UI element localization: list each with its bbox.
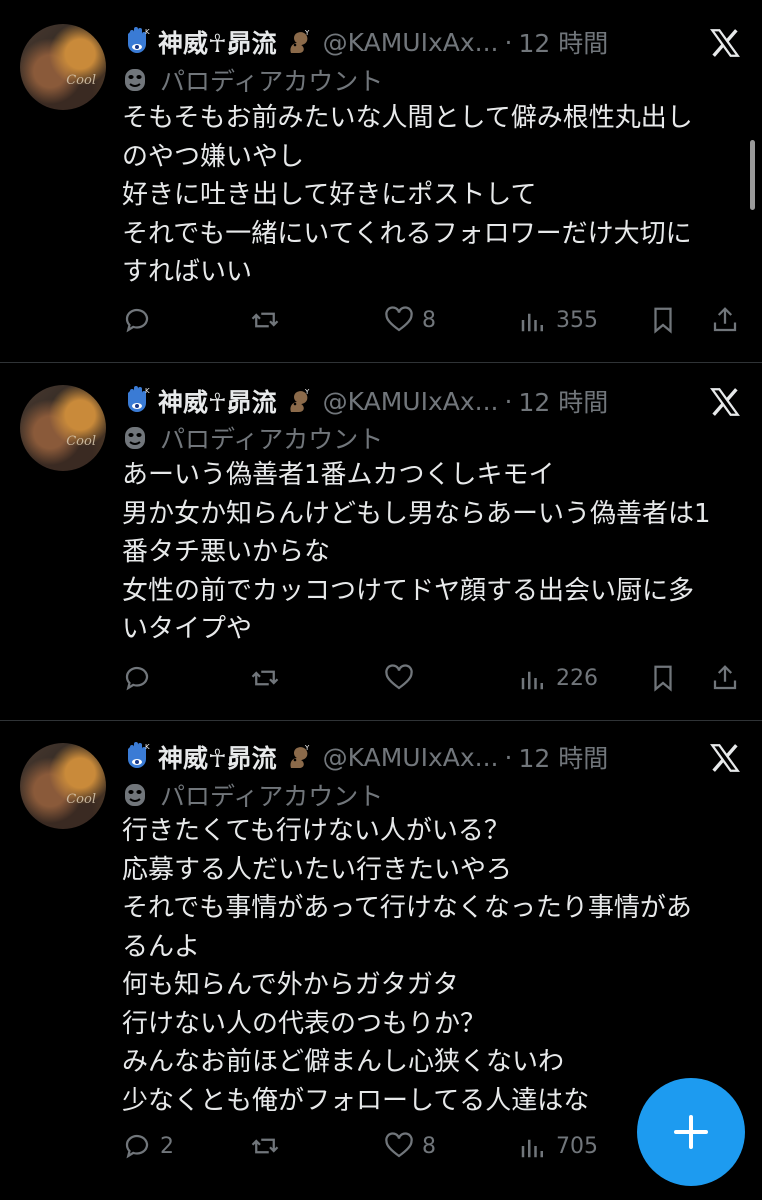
heart-icon: [385, 306, 413, 332]
separator-dot: ·: [504, 386, 513, 416]
squirrel-emoji-icon: Y: [290, 744, 310, 768]
svg-text:K: K: [145, 743, 150, 751]
display-name[interactable]: 神威☥昴流: [158, 739, 277, 775]
tweet-header: K 神威☥昴流 Y @KAMUIxAx... · 12 時間: [122, 379, 608, 423]
tweet-header: K 神威☥昴流 Y @KAMUIxAx... · 12 時間: [122, 735, 608, 779]
like-button[interactable]: 8: [384, 300, 436, 340]
tweet-text: 行きたくても行けない人がいる？ 応募する人だいたい行きたいやろ それでも事情があ…: [122, 816, 692, 1116]
like-count: 8: [422, 307, 436, 333]
display-name[interactable]: 神威☥昴流: [158, 383, 277, 419]
reply-button[interactable]: 2: [122, 1126, 174, 1166]
tweet-header: K 神威☥昴流 Y @KAMUIxAx... · 12 時間: [122, 20, 608, 64]
timestamp[interactable]: 12 時間: [518, 24, 608, 60]
tweet-text: あーいう偽善者1番ムカつくしキモイ 男か女か知らんけどもし男ならあーいう偽善者は…: [122, 460, 711, 644]
repost-button[interactable]: [250, 1126, 288, 1166]
heart-icon: [385, 1132, 413, 1158]
squirrel-emoji-icon: Y: [290, 29, 310, 53]
svg-text:Y: Y: [304, 388, 310, 396]
repost-icon: [251, 312, 279, 328]
view-count: 705: [556, 1133, 598, 1159]
views-button[interactable]: 705: [518, 1126, 598, 1166]
timestamp[interactable]: 12 時間: [518, 739, 608, 775]
share-button[interactable]: [710, 300, 740, 340]
views-button[interactable]: 355: [518, 300, 598, 340]
repost-button[interactable]: [250, 658, 288, 698]
bookmark-button[interactable]: [648, 300, 678, 340]
parody-label-text: パロディアカウント: [160, 425, 384, 454]
performing-arts-mask-icon: [125, 69, 145, 91]
avatar[interactable]: Cool: [20, 743, 106, 829]
bookmark-icon: [654, 307, 672, 334]
tweet-text: そもそもお前みたいな人間として僻み根性丸出し のやつ嫌いやし 好きに吐き出して好…: [122, 103, 693, 287]
view-count: 226: [556, 665, 598, 691]
compose-button[interactable]: [637, 1078, 745, 1186]
performing-arts-mask-icon: [125, 427, 145, 449]
svg-text:K: K: [145, 387, 150, 395]
squirrel-emoji-icon: Y: [290, 388, 310, 412]
svg-text:Y: Y: [304, 29, 310, 37]
handle[interactable]: @KAMUIxAx...: [323, 387, 499, 416]
hamsa-emoji-icon: K: [128, 386, 150, 412]
scrollbar[interactable]: [750, 140, 755, 210]
avatar[interactable]: Cool: [20, 24, 106, 110]
like-count: 8: [422, 1133, 436, 1159]
share-icon: [713, 665, 737, 690]
hamsa-emoji-icon: K: [128, 742, 150, 768]
timestamp[interactable]: 12 時間: [518, 383, 608, 419]
like-button[interactable]: 8: [384, 1126, 436, 1166]
parody-label-text: パロディアカウント: [160, 782, 384, 811]
repost-icon: [251, 670, 279, 686]
plus-icon: [674, 1115, 708, 1149]
reply-button[interactable]: [122, 300, 160, 340]
parody-label-text: パロディアカウント: [160, 67, 384, 96]
reply-count: 2: [160, 1133, 174, 1159]
separator-dot: ·: [504, 27, 513, 57]
bookmark-icon: [654, 665, 672, 692]
tweet-actions: 2 8 705: [122, 1126, 622, 1166]
performing-arts-mask-icon: [125, 784, 145, 806]
avatar-text: Cool: [66, 792, 96, 807]
x-logo-icon[interactable]: [708, 26, 742, 60]
bookmark-button[interactable]: [648, 658, 678, 698]
reply-button[interactable]: [122, 658, 160, 698]
parody-label: パロディアカウント: [122, 778, 383, 812]
tweet-actions: 8 355: [122, 300, 742, 340]
avatar-text: Cool: [66, 434, 96, 449]
views-button[interactable]: 226: [518, 658, 598, 698]
x-logo-icon[interactable]: [708, 385, 742, 419]
repost-button[interactable]: [250, 300, 288, 340]
avatar[interactable]: Cool: [20, 385, 106, 471]
reply-icon: [125, 308, 149, 333]
reply-icon: [125, 1134, 149, 1159]
handle[interactable]: @KAMUIxAx...: [323, 28, 499, 57]
tweet-actions: 226: [122, 658, 742, 698]
tweet[interactable]: Cool K 神威☥昴流 Y @KAMUIxAx... · 12 時間 パロディ…: [0, 363, 762, 720]
separator-dot: ·: [504, 742, 513, 772]
parody-label: パロディアカウント: [122, 63, 383, 97]
view-count: 355: [556, 307, 598, 333]
x-logo-icon[interactable]: [708, 741, 742, 775]
views-icon: [521, 1139, 543, 1158]
heart-icon: [385, 664, 413, 690]
hamsa-emoji-icon: K: [128, 27, 150, 53]
share-icon: [713, 307, 737, 332]
parody-label: パロディアカウント: [122, 421, 383, 455]
views-icon: [521, 313, 543, 332]
share-button[interactable]: [710, 658, 740, 698]
like-button[interactable]: [384, 658, 422, 698]
repost-icon: [251, 1138, 279, 1154]
reply-icon: [125, 666, 149, 691]
svg-text:Y: Y: [304, 744, 310, 752]
svg-text:K: K: [145, 28, 150, 36]
display-name[interactable]: 神威☥昴流: [158, 24, 277, 60]
avatar-text: Cool: [66, 73, 96, 88]
tweet[interactable]: Cool K 神威☥昴流 Y @KAMUIxAx... · 12 時間 パロディ…: [0, 0, 762, 362]
views-icon: [521, 671, 543, 690]
handle[interactable]: @KAMUIxAx...: [323, 743, 499, 772]
